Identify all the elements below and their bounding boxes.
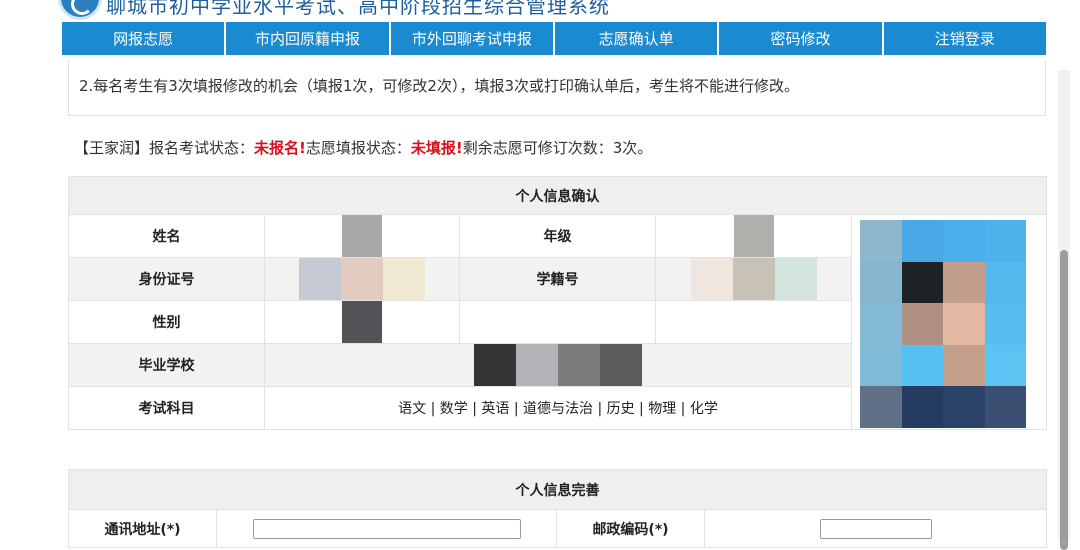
notice-text: 2.每名考生有3次填报修改的机会（填报1次，可修改2次），填报3次或打印确认单后… (79, 77, 799, 95)
subjects-value: 语文 | 数学 | 英语 | 道德与法治 | 历史 | 物理 | 化学 (264, 386, 852, 430)
nav-item-logout[interactable]: 注销登录 (881, 22, 1046, 55)
section-title-personal-complete: 个人信息完善 (68, 469, 1047, 510)
grade-label: 年级 (459, 214, 656, 258)
page-scrollbar[interactable] (1058, 70, 1070, 550)
gender-mosaic (342, 301, 382, 343)
nav-item-outside-return[interactable]: 市外回聊考试申报 (388, 22, 553, 55)
grade-value (655, 214, 852, 258)
postcode-input[interactable] (819, 518, 932, 539)
address-input[interactable] (252, 518, 521, 539)
name-label: 姓名 (68, 214, 265, 258)
grade-mosaic (733, 215, 774, 257)
scrollbar-thumb[interactable] (1060, 250, 1068, 550)
site-header: 聊城市初中学业水平考试、高中阶段招生综合管理系统 (0, 0, 1080, 22)
school-mosaic (474, 344, 642, 386)
student-number-mosaic (690, 258, 817, 300)
personal-info-table: 个人信息确认 姓名 年级 身份证号 学籍号 性别 毕业学校 考试科目 语文 | … (68, 176, 1047, 430)
exam-status-value: 未报名! (254, 139, 306, 157)
id-number-value (264, 257, 460, 301)
main-nav: 网报志愿 市内回原籍申报 市外回聊考试申报 志愿确认单 密码修改 注销登录 (62, 22, 1046, 55)
student-number-value (655, 257, 852, 301)
status-line: 【王家润】报名考试状态：未报名!志愿填报状态：未填报!剩余志愿可修订次数：3次。 (74, 137, 652, 158)
photo-cell (851, 214, 1047, 430)
site-title: 聊城市初中学业水平考试、高中阶段招生综合管理系统 (106, 0, 610, 18)
id-number-mosaic (299, 258, 425, 300)
logo-icon (58, 0, 102, 20)
name-mosaic (342, 215, 382, 257)
wish-status-label: 志愿填报状态： (305, 139, 411, 157)
personal-complete-table: 个人信息完善 通讯地址(*) 邮政编码(*) (68, 469, 1047, 548)
nav-item-online-wish[interactable]: 网报志愿 (62, 22, 225, 55)
wish-status-value: 未填报! (410, 139, 463, 157)
remaining-value: 3次。 (612, 139, 653, 157)
school-value (264, 343, 852, 387)
exam-status-label: 报名考试状态： (149, 139, 255, 157)
remaining-label: 剩余志愿可修订次数： (462, 139, 613, 157)
empty-cell-1 (459, 300, 656, 344)
subjects-label: 考试科目 (68, 386, 265, 430)
nav-item-local-return[interactable]: 市内回原籍申报 (224, 22, 389, 55)
gender-label: 性别 (68, 300, 265, 344)
notice-box: 2.每名考生有3次填报修改的机会（填报1次，可修改2次），填报3次或打印确认单后… (68, 60, 1046, 116)
student-photo (852, 216, 1046, 428)
name-value (264, 214, 460, 258)
school-label: 毕业学校 (68, 343, 265, 387)
id-number-label: 身份证号 (68, 257, 265, 301)
nav-item-change-password[interactable]: 密码修改 (717, 22, 882, 55)
gender-value (264, 300, 460, 344)
nav-item-wish-confirm[interactable]: 志愿确认单 (552, 22, 718, 55)
student-number-label: 学籍号 (459, 257, 656, 301)
empty-cell-2 (655, 300, 852, 344)
student-name-tag: 【王家润】 (74, 139, 150, 157)
section-title-personal-info: 个人信息确认 (68, 176, 1047, 215)
